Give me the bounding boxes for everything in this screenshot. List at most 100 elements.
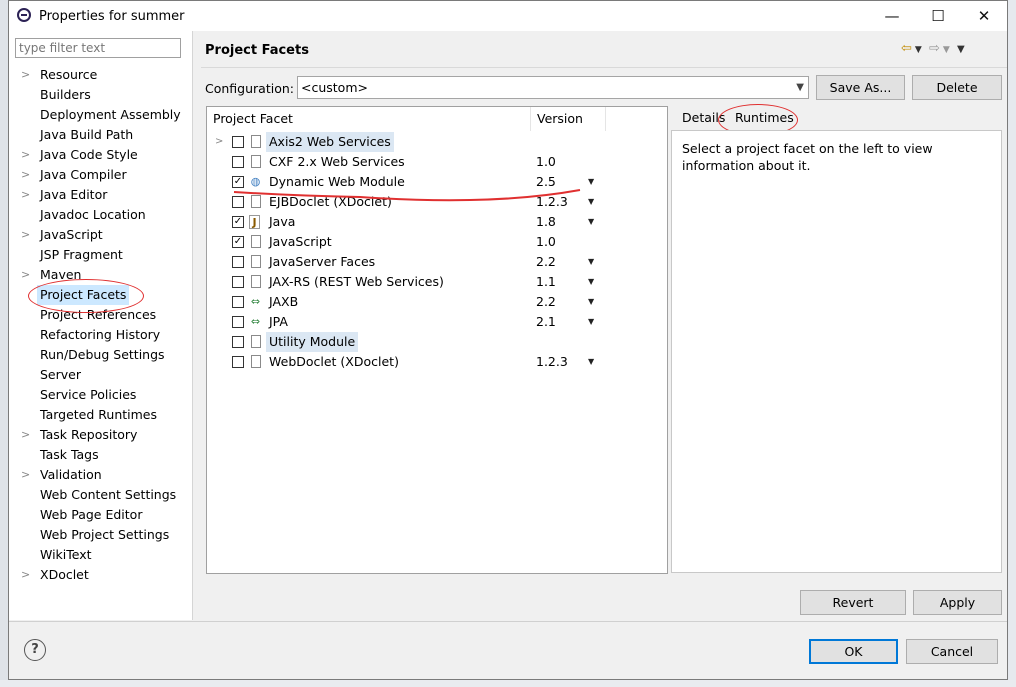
sidebar-item[interactable]: Service Policies [9,385,192,405]
facet-row[interactable]: Utility Module [207,332,667,352]
sidebar-item-label: Service Policies [40,387,137,402]
delete-button[interactable]: Delete [912,75,1002,100]
facet-checkbox[interactable] [232,276,244,288]
sidebar-item[interactable]: Javadoc Location [9,205,192,225]
apply-button[interactable]: Apply [913,590,1002,615]
help-icon[interactable]: ? [24,639,46,661]
facet-checkbox[interactable] [232,296,244,308]
chevron-right-icon[interactable]: > [21,465,30,485]
facet-checkbox[interactable] [232,196,244,208]
cancel-button[interactable]: Cancel [906,639,998,664]
view-menu-icon[interactable]: ▼ [957,44,965,55]
facet-checkbox[interactable]: ✓ [232,236,244,248]
facet-checkbox[interactable] [232,336,244,348]
facet-row[interactable]: JavaServer Faces 2.2 ▼ [207,252,667,272]
sidebar-item[interactable]: Builders [9,85,192,105]
document-icon [251,155,261,168]
facet-row[interactable]: ⇔ JPA 2.1 ▼ [207,312,667,332]
facet-row[interactable]: EJBDoclet (XDoclet) 1.2.3 ▼ [207,192,667,212]
sidebar-item[interactable]: Web Content Settings [9,485,192,505]
version-dropdown-icon[interactable]: ▼ [588,272,594,292]
facet-version[interactable]: 2.2 [536,252,556,272]
sidebar-item[interactable]: > JavaScript [9,225,192,245]
jaxb-icon: ⇔ [250,315,261,328]
column-header-version[interactable]: Version [531,107,606,131]
revert-button[interactable]: Revert [800,590,906,615]
facet-version[interactable]: 1.1 [536,272,556,292]
configuration-combo[interactable]: <custom> ▼ [297,76,809,99]
facet-row[interactable]: ✓ ◍ Dynamic Web Module 2.5 ▼ [207,172,667,192]
sidebar-item[interactable]: > Task Repository [9,425,192,445]
version-dropdown-icon[interactable]: ▼ [588,212,594,232]
column-header-facet[interactable]: Project Facet [207,107,531,131]
chevron-right-icon[interactable]: > [21,225,30,245]
sidebar-item[interactable]: Deployment Assembly [9,105,192,125]
sidebar-item[interactable]: Web Page Editor [9,505,192,525]
ok-button[interactable]: OK [809,639,898,664]
facet-checkbox[interactable] [232,156,244,168]
facet-checkbox[interactable] [232,256,244,268]
facet-row[interactable]: ⇔ JAXB 2.2 ▼ [207,292,667,312]
version-dropdown-icon[interactable]: ▼ [588,312,594,332]
maximize-button[interactable]: ☐ [915,1,961,31]
chevron-right-icon[interactable]: > [21,565,30,585]
facet-row[interactable]: ✓ JavaScript 1.0 [207,232,667,252]
facet-row[interactable]: ✓ J Java 1.8 ▼ [207,212,667,232]
facet-version[interactable]: 2.2 [536,292,556,312]
sidebar-item[interactable]: > Java Compiler [9,165,192,185]
forward-arrow-icon[interactable]: ⇨ [929,41,940,56]
chevron-right-icon[interactable]: > [21,185,30,205]
sidebar-item[interactable]: Refactoring History [9,325,192,345]
facet-row[interactable]: CXF 2.x Web Services 1.0 [207,152,667,172]
chevron-right-icon[interactable]: > [21,145,30,165]
chevron-right-icon[interactable]: > [21,65,30,85]
sidebar-item[interactable]: > Resource [9,65,192,85]
facet-version[interactable]: 2.5 [536,172,556,192]
sidebar-item[interactable]: > Java Editor [9,185,192,205]
sidebar-item[interactable]: Targeted Runtimes [9,405,192,425]
facet-row[interactable]: > Axis2 Web Services [207,132,667,152]
forward-dropdown-icon[interactable]: ▼ [943,45,950,55]
facet-checkbox[interactable]: ✓ [232,176,244,188]
sidebar-item[interactable]: > Java Code Style [9,145,192,165]
facet-row[interactable]: JAX-RS (REST Web Services) 1.1 ▼ [207,272,667,292]
back-dropdown-icon[interactable]: ▼ [915,45,922,55]
chevron-right-icon[interactable]: > [21,265,30,285]
facet-version[interactable]: 1.0 [536,232,556,252]
version-dropdown-icon[interactable]: ▼ [588,192,594,212]
facet-name: Dynamic Web Module [269,174,405,189]
sidebar-item[interactable]: WikiText [9,545,192,565]
facet-version[interactable]: 1.2.3 [536,192,568,212]
sidebar-item[interactable]: Run/Debug Settings [9,345,192,365]
filter-input[interactable]: type filter text [15,38,181,58]
sidebar-item[interactable]: Server [9,365,192,385]
sidebar-item[interactable]: > XDoclet [9,565,192,585]
facet-version[interactable]: 1.2.3 [536,352,568,372]
version-dropdown-icon[interactable]: ▼ [588,252,594,272]
facet-checkbox[interactable] [232,136,244,148]
chevron-right-icon[interactable]: > [21,425,30,445]
version-dropdown-icon[interactable]: ▼ [588,172,594,192]
chevron-right-icon[interactable]: > [21,165,30,185]
sidebar-item[interactable]: Task Tags [9,445,192,465]
save-as-button[interactable]: Save As... [816,75,905,100]
facet-version[interactable]: 2.1 [536,312,556,332]
sidebar-item[interactable]: Web Project Settings [9,525,192,545]
back-arrow-icon[interactable]: ⇦ [901,41,912,56]
chevron-right-icon[interactable]: > [215,132,223,152]
facet-checkbox[interactable] [232,316,244,328]
facet-version[interactable]: 1.0 [536,152,556,172]
facet-checkbox[interactable] [232,356,244,368]
facet-row[interactable]: WebDoclet (XDoclet) 1.2.3 ▼ [207,352,667,372]
minimize-button[interactable]: — [869,1,915,31]
sidebar-item[interactable]: Java Build Path [9,125,192,145]
configuration-label: Configuration: [205,81,294,96]
facet-version[interactable]: 1.8 [536,212,556,232]
close-button[interactable]: ✕ [961,1,1007,31]
version-dropdown-icon[interactable]: ▼ [588,352,594,372]
facet-checkbox[interactable]: ✓ [232,216,244,228]
version-dropdown-icon[interactable]: ▼ [588,292,594,312]
sidebar-item[interactable]: JSP Fragment [9,245,192,265]
configuration-value: <custom> [301,80,368,95]
sidebar-item[interactable]: > Validation [9,465,192,485]
